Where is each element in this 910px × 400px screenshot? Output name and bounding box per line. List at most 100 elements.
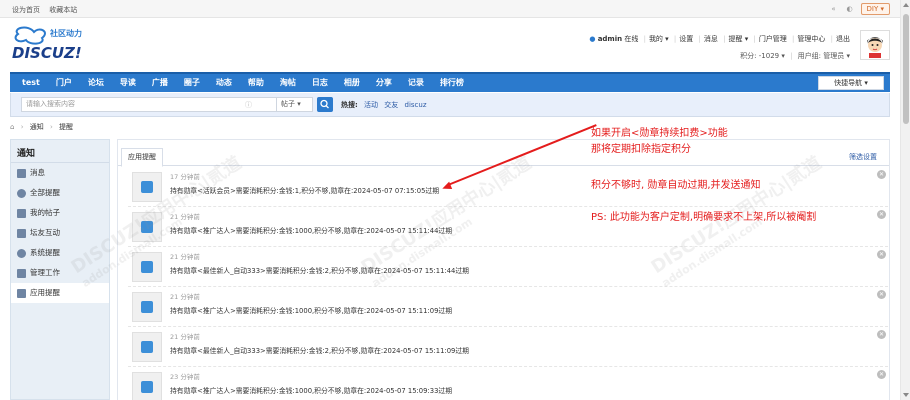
diy-button[interactable]: DIY ▾ [860,3,890,15]
admin-center-link[interactable]: 管理中心 [797,35,825,43]
logout-link[interactable]: 退出 [836,35,850,43]
close-icon[interactable]: ✕ [877,330,886,339]
logo-wordmark: DISCUZ! [12,44,82,62]
close-icon[interactable]: ✕ [877,170,886,179]
nav-item-groups[interactable]: 圈子 [176,74,208,92]
nav-item-help[interactable]: 帮助 [240,74,272,92]
scroll-down-icon[interactable] [903,393,909,397]
bookmark-site-link[interactable]: 收藏本站 [49,6,77,14]
logo-subtitle: 社区动力 [49,28,82,38]
sidebar-item-interaction[interactable]: 坛友互动 [11,223,109,243]
app-avatar[interactable] [132,292,162,322]
palette-icon[interactable]: ◐ [845,4,855,14]
close-icon[interactable]: ✕ [877,250,886,259]
messages-link[interactable]: 消息 [704,35,718,43]
search-input[interactable]: 请输入搜索内容 ⓘ [21,97,277,112]
nav-item-guide[interactable]: 导读 [112,74,144,92]
main-panel: 应用提醒 筛选设置 17 分钟前 持有勋章<活跃会员>需要消耗积分:金钱:1,积… [117,139,890,400]
avatar[interactable] [860,30,890,60]
my-menu[interactable]: 我的 ▾ [649,35,669,43]
sidebar-item-messages[interactable]: 消息 [11,163,109,183]
search-icon [320,99,329,109]
quick-nav-button[interactable]: 快捷导航 ▾ [818,76,884,90]
sidebar-item-label: 全部提醒 [30,188,60,197]
filter-settings-link[interactable]: 筛选设置 [849,152,877,162]
site-logo[interactable]: 社区动力 DISCUZ! [10,24,130,64]
hot-search: 热搜: 活动 交友 discuz [341,100,431,110]
close-icon[interactable]: ✕ [877,370,886,379]
online-status[interactable]: 在线 [624,35,638,43]
notice-text: 持有勋章<最佳新人_自动333>需要消耗积分:金钱:2,积分不够,勋章在:202… [170,267,469,275]
settings-link[interactable]: 设置 [679,35,693,43]
hot-term-dating[interactable]: 交友 [384,101,398,109]
search-type-select[interactable]: 帖子 ▾ [277,97,313,112]
sidebar-item-label: 我的帖子 [30,208,60,217]
sidebar-item-label: 坛友互动 [30,228,60,237]
breadcrumb-sep: › [49,123,53,131]
scroll-up-icon[interactable] [903,3,909,7]
nav-item-broadcast[interactable]: 广播 [144,74,176,92]
page-scrollbar[interactable] [900,0,910,400]
hot-term-discuz[interactable]: discuz [405,101,427,109]
app-avatar[interactable] [132,332,162,362]
username-link[interactable]: admin [598,35,622,43]
notice-time: 17 分钟前 [170,173,200,181]
notice-text: 持有勋章<推广达人>需要消耗积分:金钱:1000,积分不够,勋章在:2024-0… [170,387,452,395]
home-icon[interactable]: ⌂ [10,123,14,131]
app-avatar[interactable] [132,252,162,282]
close-icon[interactable]: ✕ [877,290,886,299]
link-icon [17,268,26,278]
nav-item-album[interactable]: 相册 [336,74,368,92]
notice-text: 持有勋章<推广达人>需要消耗积分:金钱:1000,积分不够,勋章在:2024-0… [170,227,452,235]
tab-app-reminders[interactable]: 应用提醒 [121,148,163,167]
nav-item-blog[interactable]: 日志 [304,74,336,92]
sidebar-item-all-reminders[interactable]: 全部提醒 [11,183,109,203]
list-item: 21 分钟前 持有勋章<最佳新人_自动333>需要消耗积分:金钱:2,积分不够,… [128,328,888,367]
notice-text: 持有勋章<最佳新人_自动333>需要消耗积分:金钱:2,积分不够,勋章在:202… [170,347,469,355]
user-links: ● admin 在线 | 我的 ▾ | 设置 | 消息 | 提醒 ▾ | 门户管理 | 管理… [589,35,850,43]
user-icon: ● [589,35,596,43]
mail-icon [17,168,26,178]
list-item: 23 分钟前 持有勋章<推广达人>需要消耗积分:金钱:1000,积分不够,勋章在… [128,368,888,400]
sidebar-item-app-reminders[interactable]: 应用提醒 [11,283,109,303]
nav-item-test[interactable]: test [14,74,48,92]
sidebar-item-my-posts[interactable]: 我的帖子 [11,203,109,223]
sidebar-item-label: 消息 [30,168,45,177]
list-item: 21 分钟前 持有勋章<最佳新人_自动333>需要消耗积分:金钱:2,积分不够,… [128,248,888,287]
collapse-icon[interactable]: « [829,4,839,14]
scroll-thumb[interactable] [903,14,909,124]
app-avatar[interactable] [132,212,162,242]
set-homepage-link[interactable]: 设为首页 [12,6,40,14]
sidebar: 通知 消息 全部提醒 我的帖子 坛友互动 系统提醒 管理工作 应用提醒 [10,139,110,400]
notice-text: 持有勋章<活跃会员>需要消耗积分:金钱:1,积分不够,勋章在:2024-05-0… [170,187,440,195]
sidebar-item-system[interactable]: 系统提醒 [11,243,109,263]
search-button[interactable] [317,97,333,112]
header: 社区动力 DISCUZ! ● admin 在线 | 我的 ▾ | 设置 | 消息 | 提… [0,18,900,70]
breadcrumb-reminder[interactable]: 提醒 [59,123,73,131]
nav-item-collection[interactable]: 淘帖 [272,74,304,92]
annotation-line-1: 如果开启<勋章持续扣费>功能 [591,128,728,139]
app-avatar[interactable] [132,372,162,400]
annotation-line-2: 那将定期扣除指定积分 [591,144,691,155]
credits-menu[interactable]: 积分: -1029 ▾ [740,52,785,60]
hot-term-activity[interactable]: 活动 [364,101,378,109]
nav-item-ranking[interactable]: 排行榜 [432,74,472,92]
close-icon[interactable]: ✕ [877,210,886,219]
reminders-menu[interactable]: 提醒 ▾ [728,35,748,43]
top-tools: « ◐ DIY ▾ [829,3,890,15]
main-nav: test 门户 论坛 导读 广播 圈子 动态 帮助 淘帖 日志 相册 分享 记录… [10,72,890,92]
clear-icon[interactable]: ⓘ [245,99,252,112]
notice-time: 21 分钟前 [170,333,200,341]
breadcrumb-notice[interactable]: 通知 [30,123,44,131]
top-links: 设为首页 收藏本站 [12,5,84,15]
nav-item-share[interactable]: 分享 [368,74,400,92]
usergroup-menu[interactable]: 用户组: 管理员 ▾ [798,52,850,60]
portal-admin-link[interactable]: 门户管理 [759,35,787,43]
nav-item-forum[interactable]: 论坛 [80,74,112,92]
app-avatar[interactable] [132,172,162,202]
nav-item-portal[interactable]: 门户 [48,74,80,92]
sidebar-item-admin-work[interactable]: 管理工作 [11,263,109,283]
nav-item-doing[interactable]: 记录 [400,74,432,92]
nav-item-feed[interactable]: 动态 [208,74,240,92]
list-item: 17 分钟前 持有勋章<活跃会员>需要消耗积分:金钱:1,积分不够,勋章在:20… [128,168,888,207]
